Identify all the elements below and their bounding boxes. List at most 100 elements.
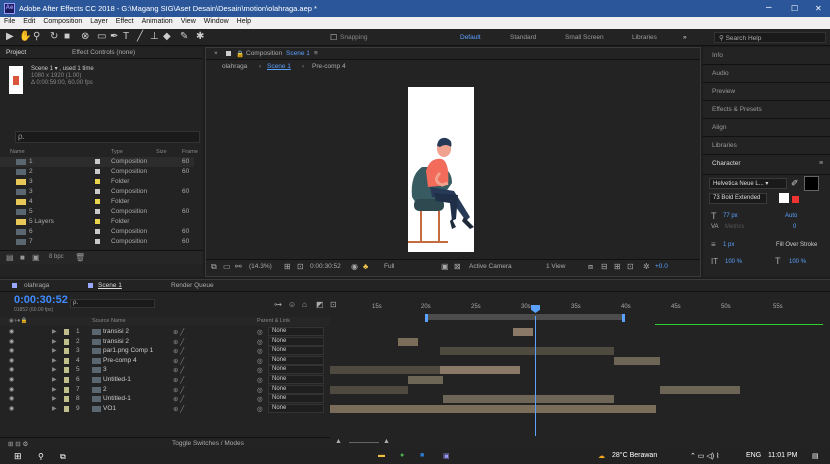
expand-triangle-icon[interactable]: ▶: [52, 405, 57, 412]
layer-label-color[interactable]: [64, 329, 69, 335]
breadcrumb-olahraga[interactable]: olahraga: [222, 63, 247, 70]
parent-dropdown[interactable]: None: [268, 327, 324, 336]
layer-label-color[interactable]: [64, 386, 69, 393]
layer-label-color[interactable]: [64, 396, 69, 403]
clone-stamp-tool-icon[interactable]: ⊥: [150, 32, 159, 42]
tab-project[interactable]: Project: [6, 49, 26, 56]
eraser-tool-icon[interactable]: ◆: [163, 32, 171, 42]
flowchart-icon[interactable]: ⊡: [627, 262, 634, 271]
zoom-in-icon[interactable]: ▲: [383, 438, 390, 445]
layer-search-input[interactable]: ρ.: [70, 299, 155, 308]
visibility-eye-icon[interactable]: ◉: [9, 395, 14, 402]
file-explorer-icon[interactable]: ▬: [378, 452, 385, 459]
layer-duration-bar[interactable]: [330, 366, 440, 375]
font-size-value[interactable]: 77 px: [723, 213, 738, 219]
visibility-eye-icon[interactable]: ◉: [9, 376, 14, 383]
project-row[interactable]: 3 Folder: [0, 177, 194, 187]
pickwhip-icon[interactable]: ◎: [257, 357, 263, 365]
layer-label-color[interactable]: [64, 405, 69, 412]
comp-close-icon[interactable]: ×: [214, 50, 218, 57]
roto-brush-tool-icon[interactable]: ✎: [180, 32, 188, 42]
layer-switches[interactable]: ⊕ ╱: [173, 395, 184, 403]
stroke-mode-select[interactable]: Fill Over Stroke: [776, 242, 817, 248]
layer-row[interactable]: ◉ ▶ 8 Untitled-1 ⊕ ╱ ◎ None: [0, 394, 330, 404]
comp-tab-name[interactable]: Scene 1: [286, 50, 310, 57]
zoom-slider[interactable]: [349, 442, 379, 443]
tracking-value[interactable]: 0: [793, 224, 796, 230]
layer-switches[interactable]: ⊕ ╱: [173, 405, 184, 413]
layer-duration-bar[interactable]: [660, 385, 740, 394]
fill-color-swatch[interactable]: [804, 176, 819, 191]
always-preview-icon[interactable]: ⧉: [211, 262, 217, 272]
libraries-panel[interactable]: Libraries: [703, 137, 830, 155]
layer-row[interactable]: ◉ ▶ 3 par1.png Comp 1 ⊕ ╱ ◎ None: [0, 346, 330, 356]
tray-icons[interactable]: ⌃ ▭ ◁) ⌇: [690, 452, 719, 460]
composition-viewer[interactable]: [408, 87, 474, 252]
project-row[interactable]: 6 Composition 60: [0, 227, 194, 237]
timeline-icon[interactable]: ⊞: [614, 262, 621, 271]
layer-label-color[interactable]: [64, 357, 69, 364]
expand-triangle-icon[interactable]: ▶: [52, 328, 57, 335]
visibility-eye-icon[interactable]: ◉: [9, 386, 14, 393]
layer-duration-bar[interactable]: [330, 385, 408, 394]
project-row[interactable]: 2 Composition 60: [0, 167, 194, 177]
windows-start-icon[interactable]: ⊞: [14, 451, 22, 462]
col-size[interactable]: Size: [156, 149, 167, 155]
weather-text[interactable]: 28°C Berawan: [612, 452, 657, 459]
clock[interactable]: 11:01 PM: [768, 452, 797, 459]
type-tool-icon[interactable]: T: [123, 32, 129, 42]
layer-name[interactable]: transisi 2: [103, 338, 129, 345]
tracking-label[interactable]: Metrics: [725, 224, 744, 230]
layer-row[interactable]: ◉ ▶ 7 2 ⊕ ╱ ◎ None: [0, 384, 330, 395]
draft-3d-icon[interactable]: ⊶: [274, 300, 282, 309]
minimize-button[interactable]: –: [766, 2, 772, 13]
shy-layers-icon[interactable]: ☺: [288, 300, 296, 309]
bpc-toggle[interactable]: 8 bpc: [49, 254, 64, 260]
breadcrumb-scene1[interactable]: Scene 1: [267, 63, 291, 70]
playhead-line[interactable]: [535, 316, 536, 436]
layer-switches[interactable]: ⊕ ╱: [173, 376, 184, 384]
work-area-end-handle[interactable]: [622, 314, 625, 322]
label-color-swatch[interactable]: [95, 159, 100, 164]
parent-dropdown[interactable]: None: [268, 375, 324, 384]
project-row[interactable]: 3 Composition 60: [0, 187, 194, 197]
label-color-swatch[interactable]: [95, 219, 100, 224]
layer-switches[interactable]: ⊕ ╱: [173, 328, 184, 336]
layer-duration-bar[interactable]: [440, 366, 520, 375]
pickwhip-icon[interactable]: ◎: [257, 386, 263, 394]
visibility-eye-icon[interactable]: ◉: [9, 357, 14, 364]
expand-triangle-icon[interactable]: ▶: [52, 386, 57, 393]
expand-triangle-icon[interactable]: ▶: [52, 347, 57, 354]
visibility-eye-icon[interactable]: ◉: [9, 347, 14, 354]
hand-tool-icon[interactable]: ✋: [19, 32, 31, 42]
parent-dropdown[interactable]: None: [268, 394, 324, 404]
word-icon[interactable]: ■: [420, 452, 424, 459]
workspace-small-screen[interactable]: Small Screen: [565, 34, 604, 41]
expand-triangle-icon[interactable]: ▶: [52, 338, 57, 345]
layer-name[interactable]: 2: [103, 386, 107, 393]
workspace-more-button[interactable]: »: [683, 34, 687, 41]
align-panel[interactable]: Align: [703, 119, 830, 137]
transparency-grid-icon[interactable]: ⊠: [454, 262, 461, 271]
project-search-input[interactable]: ρ.: [15, 131, 200, 143]
menu-edit[interactable]: Edit: [19, 17, 39, 25]
visibility-eye-icon[interactable]: ◉: [9, 366, 14, 373]
effects-presets-panel[interactable]: Effects & Presets: [703, 101, 830, 119]
camera-tool-icon[interactable]: ■: [64, 32, 70, 42]
pickwhip-icon[interactable]: ◎: [257, 366, 263, 374]
pickwhip-icon[interactable]: ◎: [257, 405, 263, 413]
exposure-icon[interactable]: ✲: [643, 262, 650, 271]
menu-window[interactable]: Window: [200, 17, 233, 25]
parent-dropdown[interactable]: None: [268, 355, 324, 365]
parent-dropdown[interactable]: None: [268, 384, 324, 394]
layer-switches[interactable]: ⊕ ╱: [173, 338, 184, 346]
layer-label-color[interactable]: [64, 348, 69, 355]
font-style-select[interactable]: 73 Bold Extended: [709, 193, 767, 204]
pen-tool-icon[interactable]: ✒: [110, 32, 118, 42]
layer-switches[interactable]: ⊕ ╱: [173, 357, 184, 365]
comp-flowchart-icon[interactable]: ⊞ ⊟ ⚙: [8, 440, 28, 448]
col-name[interactable]: Name: [10, 149, 25, 155]
layer-row[interactable]: ◉ ▶ 6 Untitled-1 ⊕ ╱ ◎ None: [0, 375, 330, 385]
zoom-tool-icon[interactable]: ⚲: [33, 32, 40, 42]
maximize-button[interactable]: ☐: [791, 4, 798, 13]
